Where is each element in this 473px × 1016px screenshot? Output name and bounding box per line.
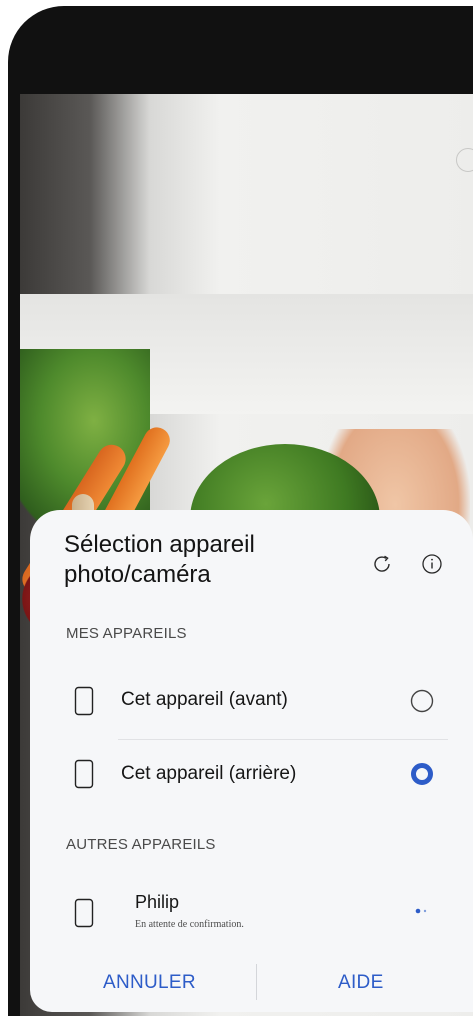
cancel-button[interactable]: ANNULER bbox=[103, 972, 196, 994]
device-row-front[interactable]: Cet appareil (avant) bbox=[30, 665, 473, 737]
radio-selected[interactable] bbox=[410, 762, 434, 786]
phone-icon bbox=[74, 686, 94, 716]
phone-icon bbox=[74, 759, 94, 789]
device-status: En attente de confirmation. bbox=[135, 919, 244, 930]
loading-icon bbox=[415, 908, 427, 914]
device-row-rear[interactable]: Cet appareil (arrière) bbox=[30, 738, 473, 810]
phone-icon bbox=[74, 898, 94, 928]
device-row-philip[interactable]: Philip En attente de confirmation. bbox=[30, 878, 473, 950]
refresh-icon[interactable] bbox=[370, 552, 394, 576]
sheet-title: Sélection appareil photo/caméra bbox=[64, 531, 255, 588]
device-label: Cet appareil (avant) bbox=[121, 689, 288, 710]
help-button[interactable]: AIDE bbox=[338, 972, 384, 994]
footer-divider bbox=[256, 964, 257, 1000]
device-label: Philip bbox=[135, 892, 180, 912]
my-devices-heading: MES APPAREILS bbox=[66, 625, 187, 642]
info-icon[interactable] bbox=[420, 552, 444, 576]
camera-selection-sheet: Sélection appareil photo/caméra MES APPA… bbox=[30, 510, 473, 1012]
device-label: Cet appareil (arrière) bbox=[121, 763, 297, 784]
radio-unselected[interactable] bbox=[410, 689, 434, 713]
preview-control-icon bbox=[456, 148, 473, 172]
other-devices-heading: AUTRES APPAREILS bbox=[66, 836, 216, 853]
